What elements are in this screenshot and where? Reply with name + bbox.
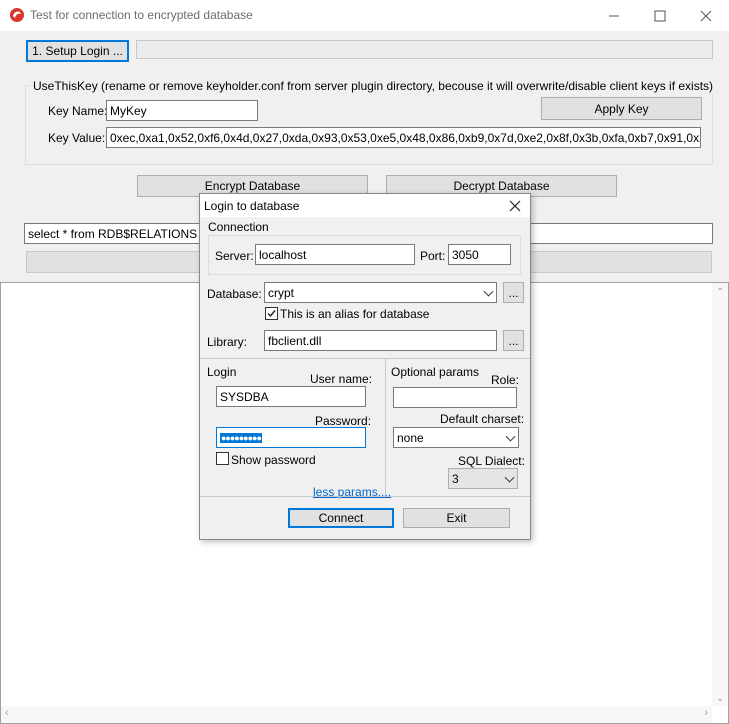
status-panel: [136, 40, 713, 59]
charset-label: Default charset:: [440, 412, 525, 426]
divider: [200, 358, 530, 359]
server-label: Server:: [215, 249, 254, 263]
username-label: User name:: [310, 372, 373, 386]
server-input[interactable]: localhost: [255, 244, 415, 265]
password-input[interactable]: ●●●●●●●●●: [216, 427, 366, 448]
login-caption: Login: [207, 365, 237, 379]
key-value-input[interactable]: 0xec,0xa1,0x52,0xf6,0x4d,0x27,0xda,0x93,…: [106, 127, 701, 148]
chevron-down-icon: [504, 472, 515, 483]
library-input[interactable]: fbclient.dll: [264, 330, 497, 351]
role-label: Role:: [491, 373, 520, 387]
key-name-label: Key Name:: [48, 104, 108, 118]
exit-button[interactable]: Exit: [403, 508, 510, 528]
scroll-right-icon[interactable]: ›: [704, 707, 708, 719]
footer-divider: [200, 496, 530, 497]
library-browse-button[interactable]: ...: [503, 330, 524, 351]
show-password-checkbox[interactable]: [216, 452, 229, 465]
close-window-button[interactable]: [683, 0, 729, 31]
password-label: Password:: [315, 414, 372, 428]
connect-button[interactable]: Connect: [288, 508, 394, 528]
divider-vertical: [385, 359, 386, 496]
password-mask: ●●●●●●●●●: [220, 432, 262, 443]
port-input[interactable]: 3050: [448, 244, 511, 265]
scroll-left-icon[interactable]: ‹: [5, 707, 9, 719]
minimize-button[interactable]: [591, 0, 637, 31]
window-title: Test for connection to encrypted databas…: [30, 8, 253, 22]
username-input[interactable]: SYSDBA: [216, 386, 366, 407]
connection-caption: Connection: [208, 220, 269, 234]
charset-value: none: [397, 430, 424, 445]
key-group-caption: UseThisKey (rename or remove keyholder.c…: [31, 79, 716, 93]
chevron-down-icon: [483, 286, 494, 297]
optional-params-caption: Optional params: [391, 365, 480, 379]
charset-combo[interactable]: none: [393, 427, 519, 448]
library-label: Library:: [207, 335, 248, 349]
key-name-input[interactable]: MyKey: [106, 100, 258, 121]
alias-label: This is an alias for database: [280, 307, 430, 321]
sql-dialect-value: 3: [452, 471, 459, 486]
sql-dialect-label: SQL Dialect:: [458, 454, 525, 468]
horizontal-scrollbar[interactable]: ‹ ›: [1, 706, 712, 723]
sql-dialect-combo[interactable]: 3: [448, 468, 518, 489]
dialog-close-icon[interactable]: [506, 197, 524, 215]
role-input[interactable]: [393, 387, 517, 408]
apply-key-button[interactable]: Apply Key: [541, 97, 702, 120]
setup-login-button[interactable]: 1. Setup Login ...: [26, 40, 129, 62]
database-label: Database:: [207, 287, 262, 301]
chevron-down-icon: [505, 431, 516, 442]
dialog-title: Login to database: [204, 199, 300, 213]
scroll-down-icon[interactable]: ⌄: [716, 693, 724, 704]
database-value: crypt: [268, 285, 295, 300]
database-combo[interactable]: crypt: [264, 282, 497, 303]
vertical-scrollbar[interactable]: ⌃ ⌄: [712, 283, 728, 706]
show-password-label: Show password: [231, 453, 316, 467]
scroll-up-icon[interactable]: ⌃: [716, 287, 724, 298]
database-browse-button[interactable]: ...: [503, 282, 524, 303]
key-value-label: Key Value:: [48, 131, 106, 145]
login-dialog: Login to database Connection Server: loc…: [199, 193, 531, 540]
port-label: Port:: [420, 249, 446, 263]
maximize-button[interactable]: [637, 0, 683, 31]
alias-checkbox[interactable]: [265, 307, 278, 320]
app-icon: [9, 7, 25, 23]
